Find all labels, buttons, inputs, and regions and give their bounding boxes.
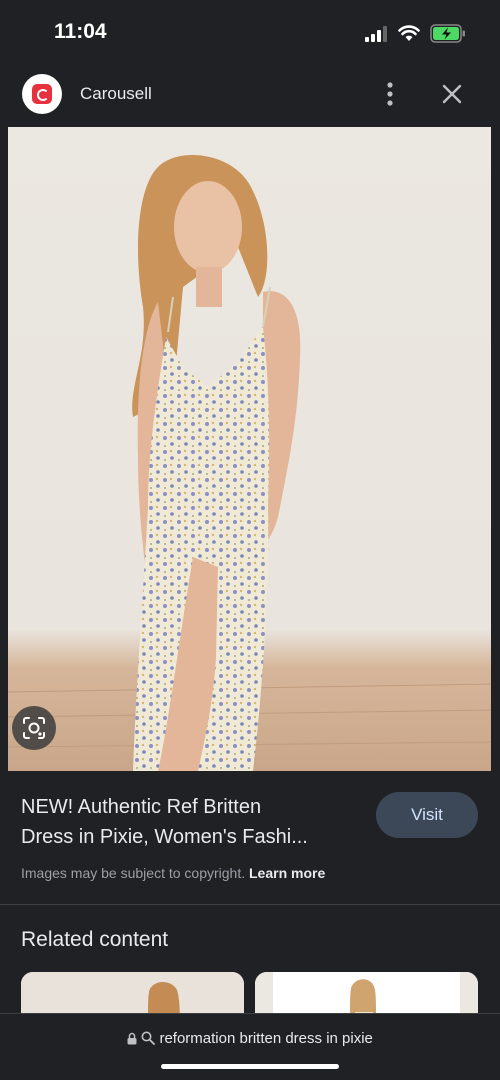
carousell-logo bbox=[22, 74, 62, 114]
cellular-signal-icon bbox=[365, 26, 387, 42]
lock-icon bbox=[127, 1032, 137, 1045]
status-time: 11:04 bbox=[54, 20, 107, 43]
app-header: Carousell bbox=[0, 66, 500, 124]
bottom-search-bar[interactable]: reformation britten dress in pixie bbox=[0, 1013, 500, 1080]
home-indicator[interactable] bbox=[161, 1064, 339, 1069]
copyright-note: Images may be subject to copyright. Lear… bbox=[21, 865, 325, 881]
status-bar: 11:04 bbox=[0, 0, 500, 66]
search-query-text: reformation britten dress in pixie bbox=[159, 1030, 373, 1047]
product-title-line2: Dress in Pixie, Women's Fashi... bbox=[21, 826, 308, 848]
source-app-name[interactable]: Carousell bbox=[80, 84, 152, 104]
product-title-line1: NEW! Authentic Ref Britten bbox=[21, 796, 262, 818]
product-image[interactable] bbox=[8, 127, 491, 771]
section-divider bbox=[0, 904, 500, 905]
visit-button[interactable]: Visit bbox=[376, 792, 478, 838]
copyright-text: Images may be subject to copyright. bbox=[21, 865, 246, 881]
battery-charging-icon bbox=[430, 24, 465, 43]
related-content-heading: Related content bbox=[21, 928, 169, 951]
product-title[interactable]: NEW! Authentic Ref Britten Dress in Pixi… bbox=[21, 792, 361, 852]
close-icon[interactable] bbox=[440, 82, 464, 106]
wifi-icon bbox=[398, 25, 420, 41]
model-figure bbox=[132, 155, 301, 771]
learn-more-link[interactable]: Learn more bbox=[249, 865, 325, 881]
more-vert-icon[interactable] bbox=[380, 80, 400, 108]
search-icon bbox=[141, 1031, 156, 1045]
search-query-row[interactable]: reformation britten dress in pixie bbox=[0, 1030, 500, 1047]
google-lens-button[interactable] bbox=[12, 706, 56, 750]
lens-icon bbox=[23, 717, 45, 739]
